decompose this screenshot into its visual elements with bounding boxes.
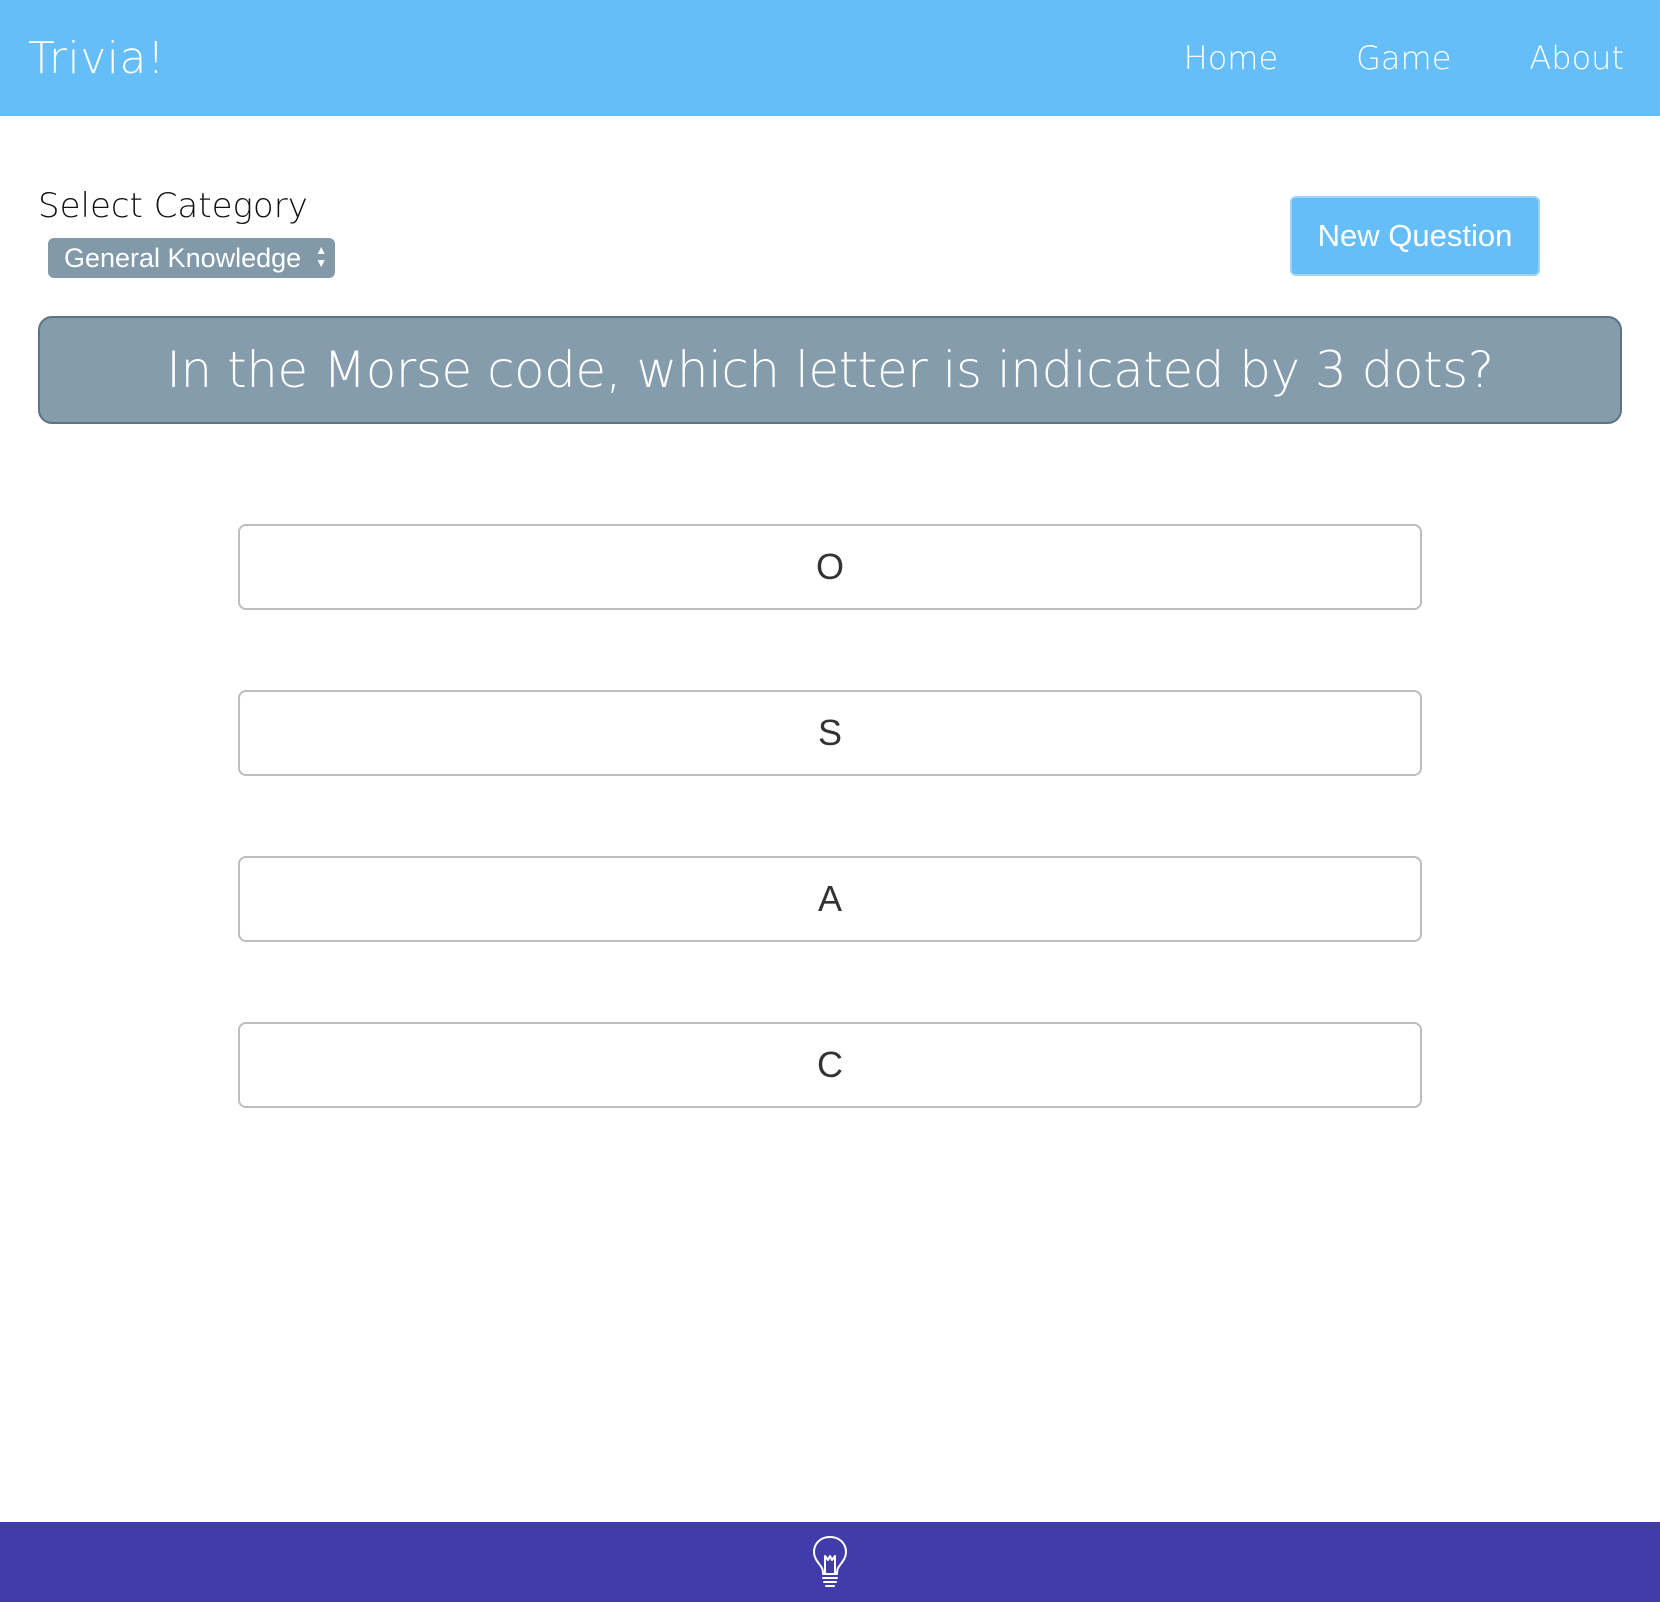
lightbulb-icon [810,1534,850,1590]
page: Trivia! Home Game About Select Category … [0,0,1660,1602]
category-label: Select Category [38,186,308,226]
answer-option-1[interactable]: O [238,524,1422,610]
new-question-button[interactable]: New Question [1290,196,1540,276]
nav-link-about[interactable]: About [1529,39,1624,77]
nav-links: Home Game About [1184,39,1624,77]
select-arrows-icon: ▲ ▼ [315,243,328,270]
brand-title[interactable]: Trivia! [28,33,165,84]
category-select-value: General Knowledge [64,242,302,273]
category-select[interactable]: General Knowledge ▲ ▼ [48,238,336,278]
controls-row: Select Category General Knowledge ▲ ▼ New… [38,186,1582,282]
answer-option-2[interactable]: S [238,690,1422,776]
answer-option-4[interactable]: C [238,1022,1422,1108]
answer-option-3[interactable]: A [238,856,1422,942]
footer [0,1522,1660,1602]
nav-link-game[interactable]: Game [1356,39,1451,77]
question-banner: In the Morse code, which letter is indic… [38,316,1622,424]
question-text: In the Morse code, which letter is indic… [166,341,1494,399]
navbar: Trivia! Home Game About [0,0,1660,116]
nav-link-home[interactable]: Home [1184,39,1279,77]
